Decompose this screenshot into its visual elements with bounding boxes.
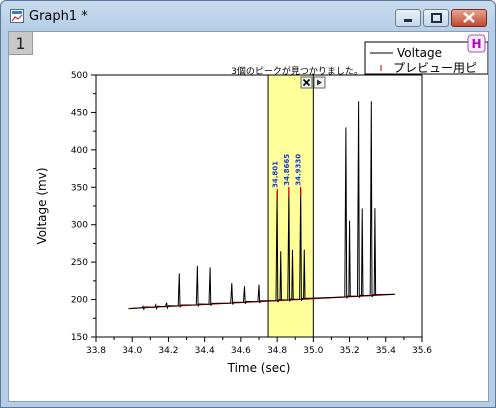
region-close-button[interactable] [300, 76, 313, 89]
x-tick-label: 35.6 [412, 346, 432, 356]
peak-region-highlight[interactable] [267, 74, 314, 338]
x-tick-label: 34.4 [195, 346, 215, 356]
close-button[interactable] [451, 9, 487, 27]
x-tick-label: 35.2 [340, 346, 360, 356]
y-ticks: 150 200 250 300 350 400 450 500 [71, 71, 96, 343]
legend-preview-label: プレビュー用ピ [393, 61, 477, 75]
minimize-icon [404, 19, 412, 22]
x-tick-label: 34.6 [231, 346, 251, 356]
h-button-label: H [471, 37, 481, 51]
voltage-series[interactable] [128, 101, 395, 311]
graph-window-icon [10, 9, 24, 23]
x-axis-label: Time (sec) [227, 361, 291, 375]
peak-found-message: 3個のピークが見つかりました。 [231, 65, 363, 77]
y-tick-label: 350 [71, 183, 88, 193]
y-tick-label: 500 [71, 71, 88, 81]
x-tick-label: 33.8 [86, 346, 106, 356]
h-button[interactable]: H [467, 34, 486, 53]
x-ticks: 33.8 34.0 34.2 34.4 34.6 34.8 35.0 35.2 35.4 35.6 [86, 337, 432, 356]
restore-button[interactable] [423, 9, 449, 27]
x-tick-label: 34.0 [122, 346, 142, 356]
x-tick-label: 35.0 [303, 346, 323, 356]
y-axis-label: Voltage (mv) [35, 168, 49, 245]
peak-label: 34.801 [271, 161, 279, 188]
title-bar[interactable]: Graph1 * [1, 1, 495, 31]
graph-window: Graph1 * 1 33.8 34.0 34.2 34.4 34.6 34.8 35.0 3… [0, 0, 496, 408]
chart[interactable]: 33.8 34.0 34.2 34.4 34.6 34.8 35.0 35.2 35.4 35.6… [9, 32, 488, 401]
y-tick-label: 450 [71, 108, 88, 118]
x-tick-label: 35.4 [376, 346, 396, 356]
y-tick-label: 200 [71, 296, 88, 306]
legend-voltage-label: Voltage [397, 46, 442, 60]
graph-page[interactable]: 1 33.8 34.0 34.2 34.4 34.6 34.8 35.0 35.2 35.4 35… [8, 31, 489, 402]
y-tick-label: 400 [71, 146, 88, 156]
restore-icon [431, 13, 442, 23]
close-icon [463, 12, 475, 23]
y-tick-label: 150 [71, 333, 88, 343]
x-tick-label: 34.8 [267, 346, 287, 356]
voltage-line[interactable] [128, 101, 395, 311]
peak-label: 34.8665 [283, 154, 291, 186]
voltage-shoulder-peak [348, 220, 351, 297]
minimize-button[interactable] [395, 9, 421, 27]
y-tick-label: 300 [71, 221, 88, 231]
peak-label: 34.9330 [295, 154, 303, 186]
voltage-shoulder-peak [361, 208, 364, 297]
window-title: Graph1 * [29, 9, 88, 24]
voltage-shoulder-peak [373, 208, 377, 296]
y-tick-label: 250 [71, 258, 88, 268]
region-expand-button[interactable] [313, 76, 326, 89]
x-tick-label: 34.2 [158, 346, 178, 356]
